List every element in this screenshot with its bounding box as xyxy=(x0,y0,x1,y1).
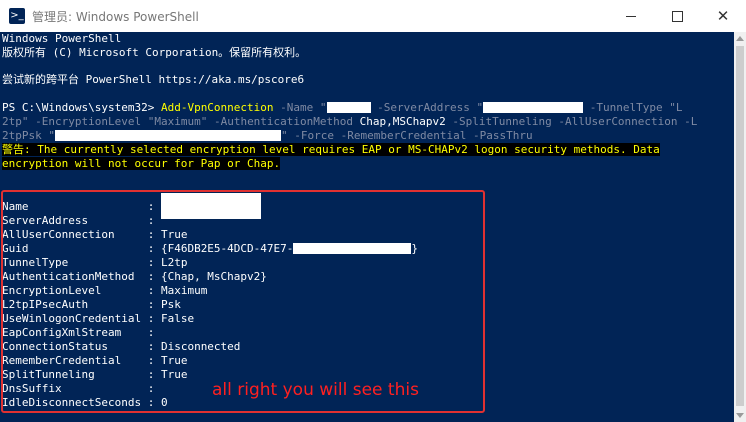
command-line-2: 2tp" -EncryptionLevel "Maximum" -Authent… xyxy=(2,115,698,128)
vertical-scrollbar[interactable] xyxy=(734,32,746,422)
close-button[interactable]: ✕ xyxy=(700,0,746,32)
encryption-value: "Maximum" xyxy=(147,115,208,128)
auth-value: Chap,MSChapv2 xyxy=(359,115,446,128)
maximize-icon xyxy=(671,10,683,22)
param-tunnel-type: -TunnelType xyxy=(583,101,670,114)
window-title: 管理员: Windows PowerShell xyxy=(32,10,199,24)
param-auth-method: -AuthenticationMethod xyxy=(207,115,360,128)
copyright-line: 版权所有 (C) Microsoft Corporation。保留所有权利。 xyxy=(2,46,307,59)
command-line-3: 2tpPsk " " -Force -RememberCredential -Pa… xyxy=(2,129,533,142)
header-line: Windows PowerShell xyxy=(2,32,122,45)
param-server-address: -ServerAddress xyxy=(370,101,477,114)
redacted-server xyxy=(483,102,584,113)
redacted-psk xyxy=(54,130,281,141)
powershell-icon: >_ xyxy=(9,8,25,24)
cmdlet-name: Add-VpnConnection xyxy=(160,101,274,114)
title-bar[interactable]: >_ 管理员: Windows PowerShell ✕ xyxy=(0,0,746,32)
redacted-name xyxy=(326,102,371,113)
minimize-button[interactable] xyxy=(608,0,654,32)
scroll-down-icon[interactable] xyxy=(736,413,744,418)
warning-line-2: encryption will not occur for Pap or Cha… xyxy=(2,157,281,170)
param-encryption-level: -EncryptionLevel xyxy=(28,115,148,128)
try-line: 尝试新的跨平台 PowerShell https://aka.ms/pscore… xyxy=(2,73,305,86)
minimize-icon xyxy=(626,15,636,17)
param-split-tunneling: -SplitTunneling -AllUserConnection -L xyxy=(445,115,698,128)
scroll-thumb[interactable] xyxy=(736,46,744,406)
close-icon: ✕ xyxy=(716,6,730,25)
param-force: -Force -RememberCredential -PassThru xyxy=(287,129,533,142)
command-line-1: PS C:\Windows\system32> Add-VpnConnectio… xyxy=(2,101,683,114)
warning-line-1: 警告: The currently selected encryption le… xyxy=(2,143,660,156)
param-name: -Name xyxy=(273,101,320,114)
prompt: PS C:\Windows\system32> xyxy=(2,101,161,114)
maximize-button[interactable] xyxy=(654,0,700,32)
annotation-text: all right you will see this xyxy=(212,380,419,400)
scroll-up-icon[interactable] xyxy=(736,36,744,41)
